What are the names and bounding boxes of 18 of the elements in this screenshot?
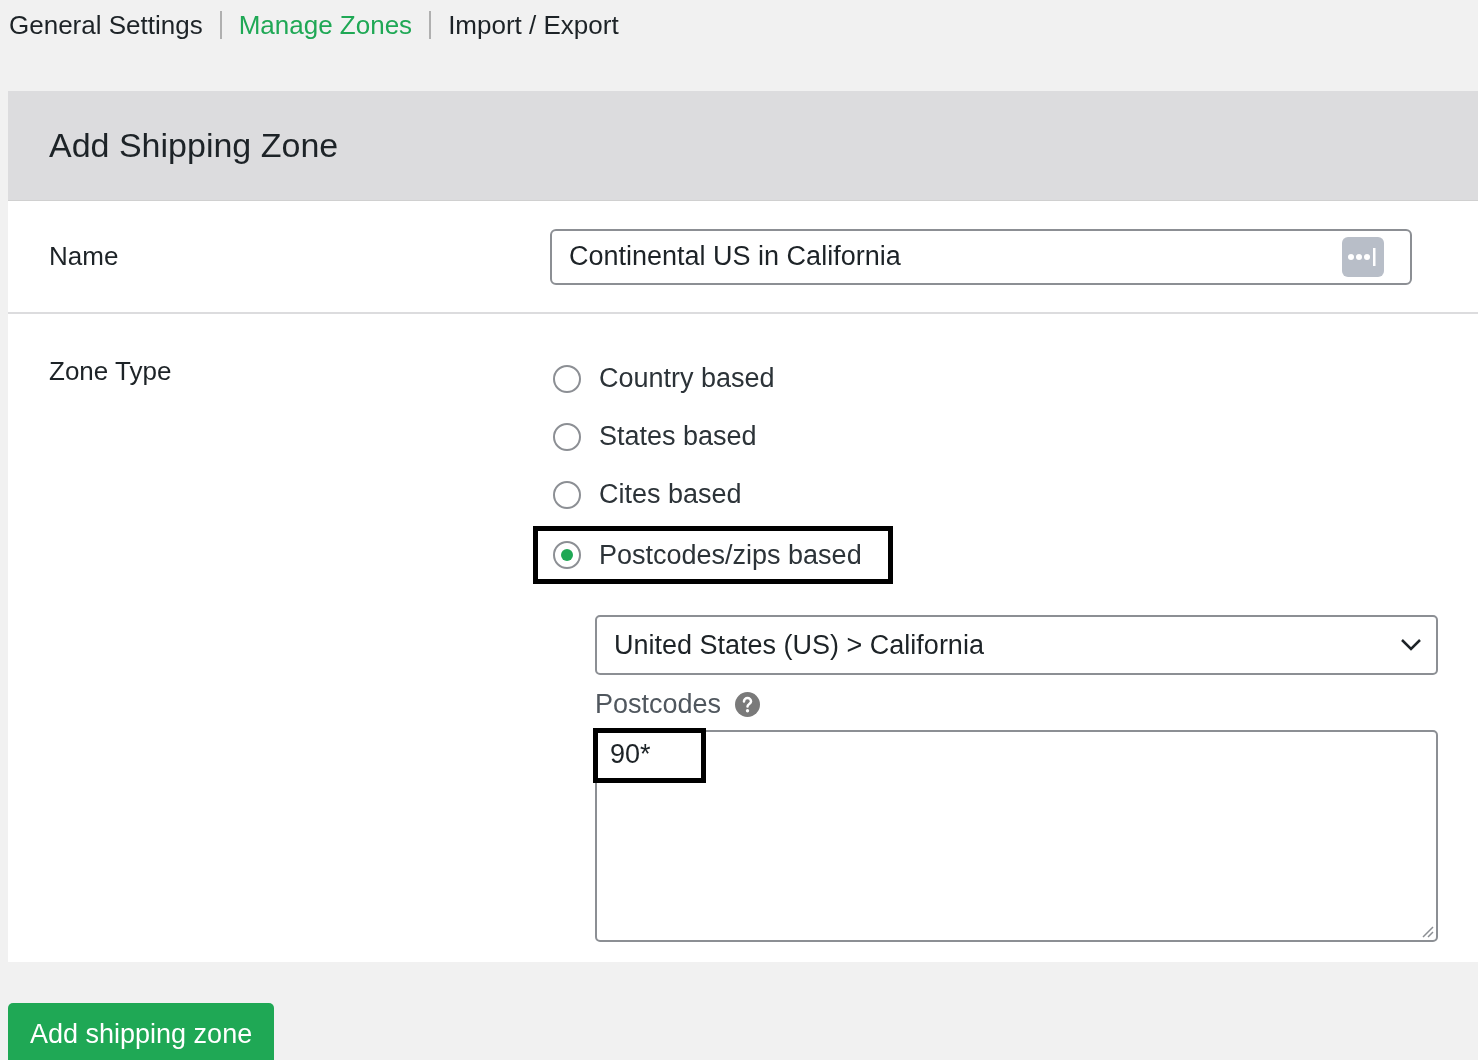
- field-label: Postcodes: [595, 689, 722, 720]
- field-label: Name: [48, 241, 120, 272]
- radio-option[interactable]: Country based: [533, 356, 806, 401]
- panel-title: Add Shipping Zone: [49, 126, 339, 165]
- region-select[interactable]: United States (US) > California: [595, 615, 1438, 675]
- radio-option[interactable]: States based: [533, 414, 788, 459]
- name-input-field[interactable]: Continental US in California: [550, 228, 1412, 285]
- help-icon[interactable]: [735, 692, 761, 717]
- nav-tab[interactable]: Import / Export: [448, 9, 619, 41]
- radio-option[interactable]: Postcodes/zips based: [533, 526, 893, 584]
- resize-handle-icon[interactable]: [1420, 924, 1434, 938]
- radio-option[interactable]: Cites based: [533, 472, 773, 517]
- chevron-down-icon: [1400, 638, 1422, 652]
- nav-tab[interactable]: General Settings: [9, 9, 203, 41]
- password-manager-icon[interactable]: [1342, 236, 1384, 277]
- postcode-value: 90*: [593, 728, 706, 783]
- field-label: Zone Type: [48, 355, 173, 387]
- postcodes-textarea[interactable]: 90*: [595, 730, 1438, 942]
